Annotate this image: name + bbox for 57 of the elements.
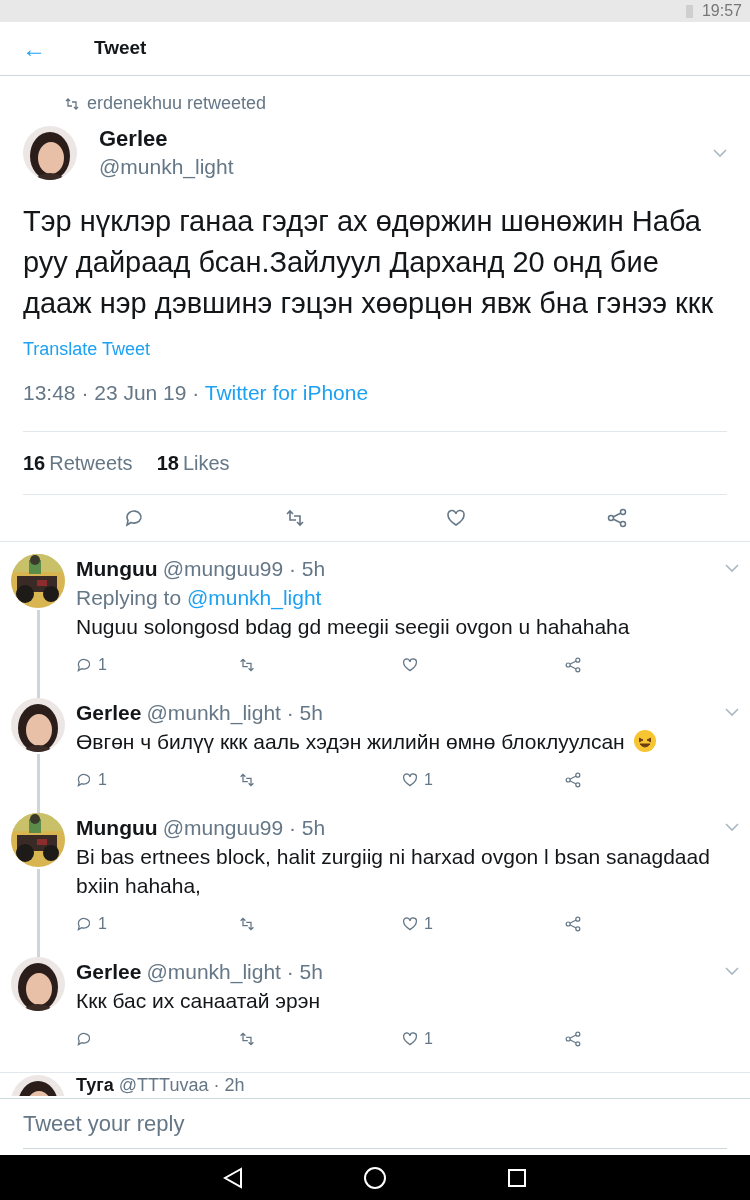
reply-count: 1: [98, 655, 107, 675]
likes-label[interactable]: Likes: [182, 447, 230, 478]
reply-text: Bi bas ertnees block, halit zurgiig ni harxad ovgon l bsan sanagdaad bxiin hahaha,: [76, 843, 711, 899]
like-count: 1: [424, 770, 433, 790]
share-icon[interactable]: [565, 915, 581, 932]
retweet-count[interactable]: 16: [23, 447, 46, 478]
retweet-icon: [65, 96, 79, 111]
author-name[interactable]: Туга: [76, 1074, 114, 1095]
author-handle: @munkh_light · 5h: [146, 958, 323, 986]
share-icon[interactable]: [565, 771, 581, 788]
author-handle: @munguu99 · 5h: [162, 555, 326, 582]
clock-time: 19:57: [701, 1, 742, 21]
like-count[interactable]: 18: [156, 447, 179, 478]
author-handle: @TTTuvaa · 2h: [118, 1074, 245, 1095]
like-icon[interactable]: [402, 915, 418, 932]
replying-to-label: Replying to: [76, 585, 183, 609]
reply-icon[interactable]: [123, 507, 144, 528]
author-name[interactable]: Munguu: [76, 812, 158, 842]
back-icon[interactable]: [223, 1166, 243, 1189]
like-icon[interactable]: [402, 1030, 418, 1047]
reply-text: Өвгөн ч билүү ккк ааль хэдэн жилийн өмнө блоклуулсан: [76, 728, 625, 755]
home-icon[interactable]: [363, 1165, 387, 1190]
share-icon[interactable]: [606, 507, 627, 528]
retweeted-by-text: erdenekhuu retweeted: [87, 92, 267, 115]
author-handle: @munkh_light: [99, 154, 235, 181]
retweet-icon[interactable]: [239, 656, 255, 673]
retweet-icon[interactable]: [239, 771, 255, 788]
reply-icon[interactable]: [76, 771, 92, 788]
page-title: Tweet: [94, 36, 147, 61]
reply-icon[interactable]: [76, 1030, 92, 1047]
timestamp: 13:48 · 23 Jun 19 ·: [23, 381, 201, 404]
retweet-icon[interactable]: [239, 915, 255, 932]
author-name: Gerlee: [99, 125, 169, 153]
like-icon[interactable]: [402, 656, 418, 673]
reply-text: Nuguu solongosd bdag gd meegii seegii ovgon u hahahaha: [76, 613, 630, 640]
reply-icon[interactable]: [76, 915, 92, 932]
like-icon[interactable]: [445, 507, 466, 528]
reply-count: 1: [98, 770, 107, 790]
share-icon[interactable]: [565, 1030, 581, 1047]
retweet-icon[interactable]: [239, 1030, 255, 1047]
author-name[interactable]: Munguu: [76, 553, 158, 583]
retweet-icon[interactable]: [284, 507, 305, 528]
author-handle: @munkh_light · 5h: [146, 699, 323, 727]
recents-icon[interactable]: [507, 1167, 527, 1188]
author-handle: @munguu99 · 5h: [162, 814, 326, 841]
author-name[interactable]: Gerlee: [76, 956, 142, 986]
reply-icon[interactable]: [76, 656, 92, 673]
battery-icon: [684, 3, 694, 19]
retweets-label[interactable]: Retweets: [49, 447, 133, 478]
reply-count: 1: [98, 914, 107, 934]
reply-text: Ккк бас их санаатай эрэн: [76, 987, 321, 1014]
author-name[interactable]: Gerlee: [76, 697, 142, 727]
like-count: 1: [424, 1029, 433, 1049]
share-icon[interactable]: [565, 656, 581, 673]
tweet-text: Тэр нүклэр ганаа гэдэг ах өдөржин шөнөжин Наба руу дайраад бсан.Зайлуул Дарханд 20 онд бие дааж нэр дэвшинэ гэцэн хөөрцөн явж бна гэнээ ккк: [23, 204, 715, 321]
like-icon[interactable]: [402, 771, 418, 788]
like-count: 1: [424, 914, 433, 934]
